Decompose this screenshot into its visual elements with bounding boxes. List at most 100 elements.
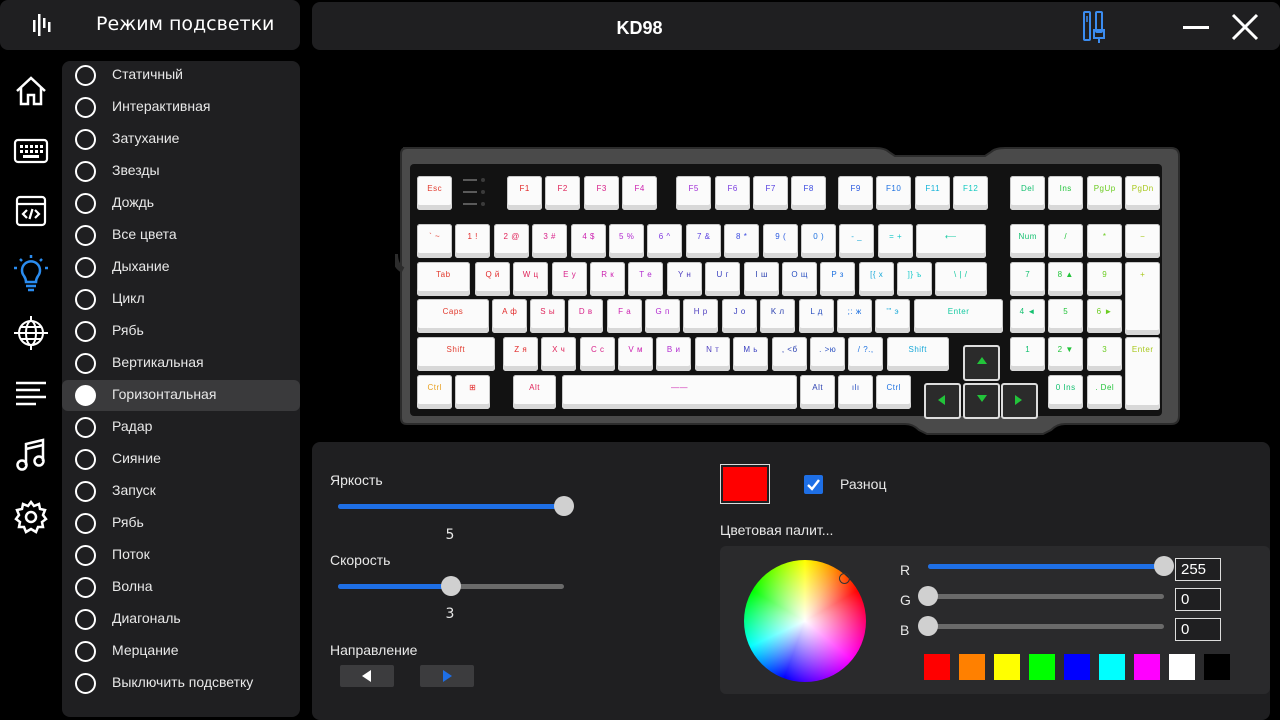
arrow-up-key[interactable]: [963, 345, 1000, 381]
mode-radio[interactable]: [75, 65, 96, 86]
keycap[interactable]: 1 !: [455, 224, 491, 259]
keycap[interactable]: = +: [878, 224, 914, 259]
keycap[interactable]: ]} ъ: [897, 262, 933, 297]
multicolor-checkbox[interactable]: [804, 475, 823, 494]
mode-item[interactable]: Горизонтальная: [62, 380, 300, 411]
mode-radio[interactable]: [75, 257, 96, 278]
keycap[interactable]: B и: [656, 337, 692, 372]
speed-thumb[interactable]: [441, 576, 461, 596]
keycap[interactable]: /: [1048, 224, 1084, 259]
direction-left-button[interactable]: [340, 665, 394, 687]
keycap[interactable]: F5: [676, 176, 712, 211]
nav-home[interactable]: [10, 70, 52, 112]
color-swatch[interactable]: [1099, 654, 1125, 680]
keycap[interactable]: Enter: [914, 299, 1004, 334]
mode-item[interactable]: Поток: [62, 540, 300, 571]
keycap[interactable]: *: [1087, 224, 1123, 259]
nav-lighting[interactable]: [10, 252, 52, 294]
keycap[interactable]: F3: [584, 176, 620, 211]
nav-lines[interactable]: [10, 373, 52, 415]
mode-radio[interactable]: [75, 513, 96, 534]
keycap[interactable]: X ч: [541, 337, 577, 372]
keycap[interactable]: G п: [645, 299, 681, 334]
keycap[interactable]: Alt: [513, 375, 557, 410]
keycap[interactable]: ⊞: [455, 375, 491, 410]
keycap[interactable]: 4 ◄: [1010, 299, 1046, 334]
minimize-button[interactable]: [1178, 10, 1212, 44]
keycap[interactable]: Y н: [667, 262, 703, 297]
mode-item[interactable]: Вертикальная: [62, 348, 300, 379]
keycap[interactable]: 0 ): [801, 224, 837, 259]
keycap[interactable]: H р: [683, 299, 719, 334]
keycap[interactable]: Tab: [417, 262, 470, 297]
keycap[interactable]: 3: [1087, 337, 1123, 372]
keycap[interactable]: Ctrl: [417, 375, 453, 410]
color-swatch[interactable]: [1204, 654, 1230, 680]
mode-radio[interactable]: [75, 641, 96, 662]
mode-item[interactable]: Звезды: [62, 156, 300, 187]
keycap[interactable]: 5 %: [609, 224, 645, 259]
keycap[interactable]: K л: [760, 299, 796, 334]
mode-item[interactable]: Запуск: [62, 476, 300, 507]
keycap[interactable]: 6 ►: [1087, 299, 1123, 334]
mode-item[interactable]: Интерактивная: [62, 92, 300, 123]
keycap[interactable]: Enter: [1125, 337, 1161, 410]
color-swatch[interactable]: [924, 654, 950, 680]
keycap[interactable]: 4 $: [571, 224, 607, 259]
mode-item[interactable]: Цикл: [62, 284, 300, 315]
nav-keyboard[interactable]: [10, 130, 52, 172]
nav-globe[interactable]: [10, 312, 52, 354]
keycap[interactable]: . Del: [1087, 375, 1123, 410]
mode-item[interactable]: Дыхание: [62, 252, 300, 283]
color-wheel-picker[interactable]: [839, 573, 850, 584]
keycap[interactable]: P з: [820, 262, 856, 297]
keycap[interactable]: 6 ^: [647, 224, 683, 259]
keycap[interactable]: O щ: [782, 262, 818, 297]
mode-radio[interactable]: [75, 97, 96, 118]
color-swatch[interactable]: [1064, 654, 1090, 680]
mode-radio[interactable]: [75, 545, 96, 566]
keycap[interactable]: F12: [953, 176, 989, 211]
speed-slider[interactable]: [338, 576, 564, 596]
keycap[interactable]: 7 &: [686, 224, 722, 259]
keycap[interactable]: N т: [695, 337, 731, 372]
arrow-right-key[interactable]: [1001, 383, 1038, 419]
keycap[interactable]: 9: [1087, 262, 1123, 297]
mode-radio[interactable]: [75, 225, 96, 246]
keycap[interactable]: Ctrl: [876, 375, 912, 410]
arrow-left-key[interactable]: [924, 383, 961, 419]
mode-item[interactable]: Диагональ: [62, 604, 300, 635]
keycap[interactable]: F а: [607, 299, 643, 334]
keycap[interactable]: '" э: [875, 299, 911, 334]
mode-item[interactable]: Выключить подсветку: [62, 668, 300, 699]
keycap[interactable]: I ш: [744, 262, 780, 297]
g-slider[interactable]: [918, 586, 1164, 606]
mode-item[interactable]: Мерцание: [62, 636, 300, 667]
mode-radio[interactable]: [75, 385, 96, 406]
keycap[interactable]: U г: [705, 262, 741, 297]
keycap[interactable]: ` ~: [417, 224, 453, 259]
keycap[interactable]: ⟵: [916, 224, 986, 259]
mode-item[interactable]: Статичный: [62, 60, 300, 91]
current-color-swatch[interactable]: [720, 464, 770, 504]
keycap[interactable]: M ь: [733, 337, 769, 372]
mode-radio[interactable]: [75, 161, 96, 182]
keycap[interactable]: Z я: [503, 337, 539, 372]
mode-radio[interactable]: [75, 417, 96, 438]
keycap[interactable]: Ins: [1048, 176, 1084, 211]
keycap[interactable]: J о: [722, 299, 758, 334]
mode-item[interactable]: Дождь: [62, 188, 300, 219]
keycap[interactable]: Del: [1010, 176, 1046, 211]
keycap[interactable]: [{ х: [859, 262, 895, 297]
color-swatch[interactable]: [1169, 654, 1195, 680]
keycap[interactable]: PgDn: [1125, 176, 1161, 211]
keycap[interactable]: 8 ▲: [1048, 262, 1084, 297]
keycap[interactable]: 7: [1010, 262, 1046, 297]
keycap[interactable]: C с: [580, 337, 616, 372]
color-swatch[interactable]: [1029, 654, 1055, 680]
keycap[interactable]: 0 Ins: [1048, 375, 1084, 410]
keycap[interactable]: V м: [618, 337, 654, 372]
close-button[interactable]: [1228, 10, 1262, 44]
keycap[interactable]: E у: [552, 262, 588, 297]
keycap[interactable]: 2 ▼: [1048, 337, 1084, 372]
